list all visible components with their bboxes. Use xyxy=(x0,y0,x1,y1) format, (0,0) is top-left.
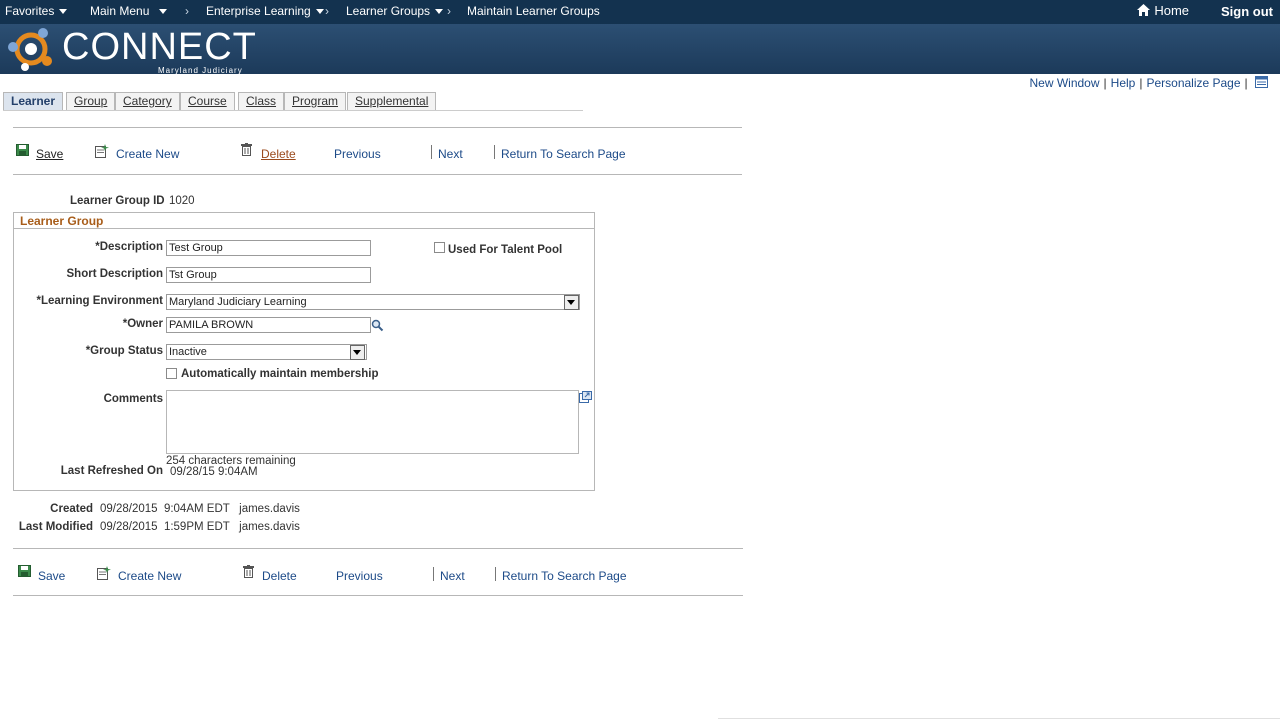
next-button-bottom[interactable]: Next xyxy=(440,569,465,583)
learner-group-id-label: Learner Group ID xyxy=(70,195,165,207)
last-modified-value: 09/28/2015 1:59PM EDT james.davis xyxy=(100,521,300,533)
toolbar-separator xyxy=(495,567,496,581)
talent-pool-label: Used For Talent Pool xyxy=(448,244,563,256)
delete-icon xyxy=(243,565,254,578)
save-button[interactable]: Save xyxy=(36,147,63,161)
save-button-bottom[interactable]: Save xyxy=(38,569,65,583)
chevron-down-icon xyxy=(315,9,324,15)
learning-environment-dropdown-button[interactable] xyxy=(564,295,579,310)
layout-icon[interactable] xyxy=(1255,76,1268,88)
help-link[interactable]: Help xyxy=(1111,76,1136,90)
group-status-dropdown-button[interactable] xyxy=(350,345,365,360)
breadcrumb-separator: › xyxy=(447,4,451,18)
tab-supplemental[interactable]: Supplemental xyxy=(347,92,437,110)
home-icon xyxy=(1137,4,1150,16)
talent-pool-checkbox[interactable] xyxy=(434,242,445,253)
owner-field[interactable]: PAMILA BROWN xyxy=(166,317,371,333)
delete-button-bottom[interactable]: Delete xyxy=(262,569,297,583)
group-status-select[interactable]: Inactive xyxy=(166,344,367,360)
tab-category[interactable]: Category xyxy=(115,92,180,110)
owner-label: *Owner xyxy=(122,318,163,330)
short-description-label: Short Description xyxy=(66,268,163,280)
personalize-page-link[interactable]: Personalize Page xyxy=(1146,76,1240,90)
chevron-down-icon xyxy=(159,9,168,15)
tab-course[interactable]: Course xyxy=(180,92,235,110)
last-refreshed-label: Last Refreshed On xyxy=(60,465,163,477)
group-status-label: *Group Status xyxy=(85,345,163,357)
save-icon xyxy=(16,144,29,156)
save-icon xyxy=(18,565,31,577)
learning-environment-label: *Learning Environment xyxy=(36,295,163,307)
divider xyxy=(13,174,742,175)
divider xyxy=(13,548,743,549)
create-new-icon xyxy=(97,566,111,580)
auto-maintain-checkbox[interactable] xyxy=(166,368,177,379)
breadcrumb-enterprise-learning[interactable]: Enterprise Learning xyxy=(206,4,324,18)
previous-button[interactable]: Previous xyxy=(334,147,381,161)
last-modified-label: Last Modified xyxy=(18,521,93,533)
main-menu[interactable]: Main Menu xyxy=(90,4,168,18)
section-title: Learner Group xyxy=(14,213,594,229)
chevron-down-icon xyxy=(59,9,68,15)
learning-environment-select[interactable]: Maryland Judiciary Learning xyxy=(166,294,580,310)
return-to-search-button[interactable]: Return To Search Page xyxy=(501,147,626,161)
top-nav-bar: Favorites Main Menu › Enterprise Learnin… xyxy=(0,0,1280,24)
favorites-menu[interactable]: Favorites xyxy=(5,4,68,18)
created-label: Created xyxy=(50,503,93,515)
lookup-icon[interactable] xyxy=(371,319,384,332)
previous-button-bottom[interactable]: Previous xyxy=(336,569,383,583)
logo-text: CONNECT xyxy=(62,26,257,68)
comments-label: Comments xyxy=(103,393,163,405)
chevron-down-icon xyxy=(435,9,444,15)
divider xyxy=(13,127,742,128)
breadcrumb-separator: › xyxy=(325,4,329,18)
new-window-link[interactable]: New Window xyxy=(1030,76,1100,90)
last-refreshed-value: 09/28/15 9:04AM xyxy=(170,466,258,478)
create-new-icon xyxy=(95,144,109,158)
delete-button[interactable]: Delete xyxy=(261,147,296,161)
app-banner: CONNECT Maryland Judiciary xyxy=(0,24,1280,75)
toolbar-separator xyxy=(433,567,434,581)
short-description-field[interactable]: Tst Group xyxy=(166,267,371,283)
created-value: 09/28/2015 9:04AM EDT james.davis xyxy=(100,503,300,515)
toolbar-separator xyxy=(431,145,432,159)
connect-logo-icon xyxy=(8,28,52,71)
expand-icon[interactable] xyxy=(579,391,592,403)
page-bottom-border xyxy=(718,718,1280,719)
delete-icon xyxy=(241,143,252,156)
tab-group[interactable]: Group xyxy=(66,92,116,110)
description-label: *Description xyxy=(95,241,163,253)
toolbar-separator xyxy=(494,145,495,159)
next-button[interactable]: Next xyxy=(438,147,463,161)
comments-textarea[interactable] xyxy=(166,390,579,454)
sign-out-link[interactable]: Sign out xyxy=(1221,4,1273,19)
logo-subtitle: Maryland Judiciary xyxy=(158,66,243,75)
create-new-button[interactable]: Create New xyxy=(116,147,179,161)
return-to-search-button-bottom[interactable]: Return To Search Page xyxy=(502,569,627,583)
tab-program[interactable]: Program xyxy=(284,92,347,110)
auto-maintain-label: Automatically maintain membership xyxy=(181,368,379,380)
create-new-button-bottom[interactable]: Create New xyxy=(118,569,181,583)
breadcrumb-learner-groups[interactable]: Learner Groups xyxy=(346,4,444,18)
divider xyxy=(13,595,743,596)
breadcrumb-current: Maintain Learner Groups xyxy=(467,4,600,18)
home-link[interactable]: Home xyxy=(1136,3,1189,18)
tab-learner[interactable]: Learner xyxy=(3,92,64,110)
utility-links: New Window | Help | Personalize Page | xyxy=(1030,76,1268,90)
description-field[interactable]: Test Group xyxy=(166,240,371,256)
tab-class[interactable]: Class xyxy=(238,92,285,110)
page-tabs: Learner Group Category Course Class Prog… xyxy=(3,92,583,111)
learner-group-id-value: 1020 xyxy=(169,195,195,207)
breadcrumb-separator: › xyxy=(185,4,189,18)
